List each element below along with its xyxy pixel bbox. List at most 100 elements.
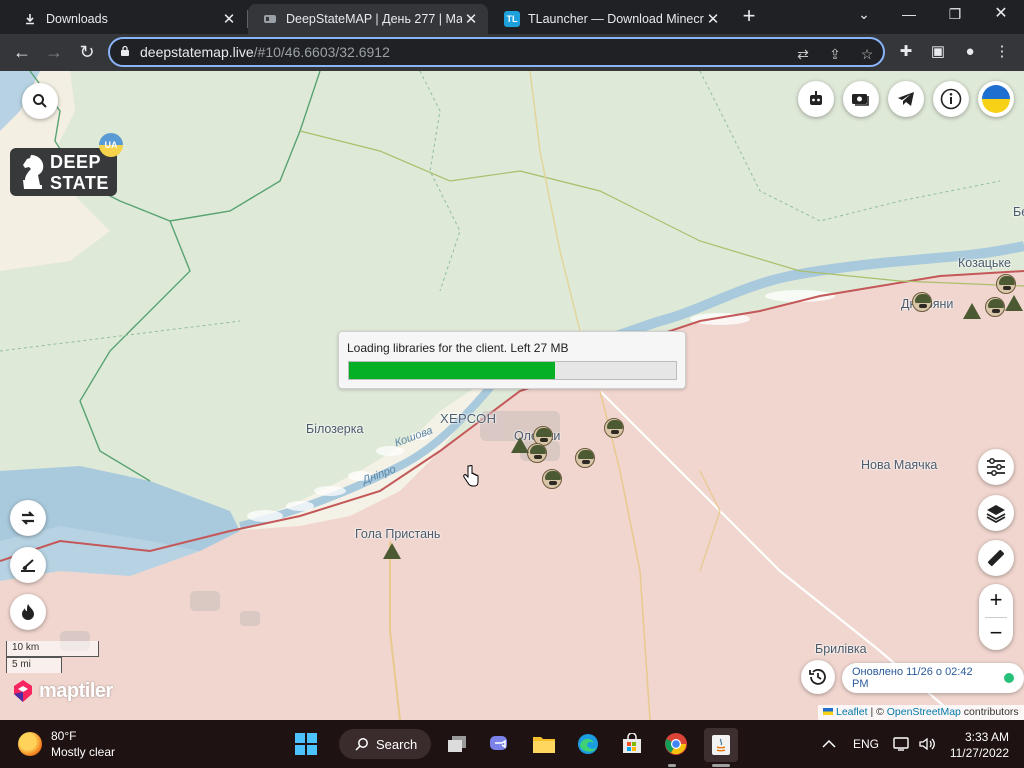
- restore-button[interactable]: ❐: [932, 0, 978, 30]
- weather-widget[interactable]: 80°F Mostly clear: [18, 728, 115, 760]
- leaflet-link[interactable]: Leaflet: [836, 706, 868, 718]
- task-view-button[interactable]: [441, 728, 473, 760]
- close-window-button[interactable]: ✕: [978, 0, 1024, 30]
- layers-icon: [986, 505, 1006, 523]
- side-panel-icon[interactable]: ▣: [928, 42, 948, 62]
- loading-dialog: Loading libraries for the client. Left 2…: [338, 331, 686, 389]
- zoom-in-button[interactable]: +: [979, 584, 1013, 617]
- fire-icon: [22, 604, 34, 620]
- map-scale: 10 km 5 mi: [6, 641, 99, 673]
- teams-chat-button[interactable]: [484, 728, 516, 760]
- artillery-icon: [21, 559, 35, 572]
- sliders-icon: [987, 458, 1005, 476]
- tab-deepstatemap[interactable]: DeepStateMAP | День 277 | Мап ✕: [248, 4, 488, 34]
- tab-title: TLauncher — Download Minecra: [528, 12, 704, 26]
- ukraine-flag-icon: [982, 85, 1010, 113]
- profile-icon[interactable]: ●: [960, 42, 980, 62]
- teams-chat-icon: [490, 736, 507, 750]
- updated-badge[interactable]: Оновлено 11/26 о 02:42 PM: [842, 663, 1024, 693]
- menu-icon[interactable]: ⋮: [992, 42, 1012, 62]
- forward-button[interactable]: →: [41, 40, 67, 66]
- ruler-button[interactable]: [978, 540, 1014, 576]
- deepstate-logo[interactable]: DEEP STATE: [10, 148, 117, 196]
- tab-title: DeepStateMAP | День 277 | Мап: [286, 12, 462, 26]
- tab-search-icon[interactable]: ⌄: [841, 0, 887, 30]
- java-app-button[interactable]: [704, 728, 738, 762]
- updated-text: Оновлено 11/26 о 02:42 PM: [852, 666, 973, 690]
- maptiler-logo-icon: [14, 680, 32, 702]
- camp-marker[interactable]: [1005, 295, 1023, 311]
- close-tab-icon[interactable]: ✕: [462, 10, 480, 28]
- language-indicator[interactable]: ENG: [853, 720, 879, 768]
- maptiler-text: maptiler: [39, 679, 113, 702]
- extensions-icon[interactable]: ✚: [896, 42, 916, 62]
- tab-title: Downloads: [46, 12, 108, 26]
- minimize-button[interactable]: —: [886, 0, 932, 30]
- unit-marker[interactable]: [542, 469, 562, 489]
- zoom-out-button[interactable]: −: [979, 617, 1013, 650]
- tab-tlauncher[interactable]: TL TLauncher — Download Minecra ✕: [490, 4, 730, 34]
- history-button[interactable]: [801, 660, 835, 694]
- reload-button[interactable]: ↻: [74, 40, 100, 66]
- file-explorer-button[interactable]: [528, 728, 560, 760]
- share-icon[interactable]: ⇪: [825, 44, 845, 64]
- url-text: deepstatemap.live/#10/46.6603/32.6912: [140, 44, 390, 60]
- place-bilozerka: Білозерка: [306, 422, 364, 436]
- new-tab-button[interactable]: +: [737, 4, 761, 30]
- address-bar[interactable]: deepstatemap.live/#10/46.6603/32.6912 ⇄ …: [108, 37, 885, 67]
- bot-button[interactable]: [798, 81, 834, 117]
- show-hidden-icons[interactable]: [822, 720, 836, 768]
- windows-logo-icon: [295, 733, 317, 755]
- active-app-indicator: [712, 764, 730, 767]
- search-icon: [33, 94, 47, 108]
- close-tab-icon[interactable]: ✕: [704, 10, 722, 28]
- donate-button[interactable]: [843, 81, 879, 117]
- openstreetmap-link[interactable]: OpenStreetMap: [887, 706, 961, 718]
- weather-condition: Mostly clear: [51, 745, 116, 759]
- attribution-tail: contributors: [960, 706, 1019, 718]
- map-area[interactable]: Білозерка ХЕРСОН Кошова Дніпро Олешки Го…: [0, 71, 1024, 720]
- close-tab-icon[interactable]: ✕: [220, 10, 238, 28]
- unit-marker[interactable]: [604, 418, 624, 438]
- deepstate-favicon: [262, 11, 278, 27]
- unit-marker[interactable]: [996, 274, 1016, 294]
- maptiler-logo[interactable]: maptiler: [10, 678, 113, 704]
- camp-marker[interactable]: [383, 543, 401, 559]
- start-button[interactable]: [290, 728, 322, 760]
- unit-marker[interactable]: [912, 292, 932, 312]
- chess-knight-icon: [23, 155, 44, 189]
- back-button[interactable]: ←: [9, 40, 35, 66]
- network-icon[interactable]: [893, 720, 911, 768]
- directions-button[interactable]: [10, 500, 46, 536]
- fire-button[interactable]: [10, 594, 46, 630]
- chrome-button[interactable]: [660, 728, 692, 760]
- map-search-button[interactable]: [22, 83, 58, 119]
- attribution-separator: | ©: [867, 706, 887, 718]
- volume-icon[interactable]: [918, 720, 936, 768]
- bookmark-star-icon[interactable]: ☆: [857, 44, 877, 64]
- place-be: Бе: [1013, 205, 1024, 219]
- place-nova-mayachka: Нова Маячка: [861, 458, 938, 472]
- taskbar-clock[interactable]: 3:33 AM 11/27/2022: [947, 729, 1009, 761]
- telegram-button[interactable]: [888, 81, 924, 117]
- unit-marker[interactable]: [575, 448, 595, 468]
- layers-button[interactable]: [978, 495, 1014, 531]
- place-kozatske: Козацьке: [958, 256, 1012, 270]
- language-button[interactable]: [978, 81, 1014, 117]
- edge-icon: [578, 734, 598, 754]
- tab-downloads[interactable]: Downloads ✕: [8, 4, 246, 34]
- info-button[interactable]: [933, 81, 969, 117]
- progress-bar: [348, 361, 677, 380]
- unit-marker[interactable]: [527, 443, 547, 463]
- artillery-button[interactable]: [10, 547, 46, 583]
- camp-marker[interactable]: [511, 437, 529, 453]
- filter-settings-button[interactable]: [978, 449, 1014, 485]
- taskbar-search[interactable]: Search: [339, 729, 431, 759]
- lock-icon[interactable]: [110, 45, 140, 60]
- store-button[interactable]: [616, 728, 648, 760]
- edge-button[interactable]: [572, 728, 604, 760]
- camp-marker[interactable]: [963, 303, 981, 319]
- translate-icon[interactable]: ⇄: [793, 44, 813, 64]
- place-kherson: ХЕРСОН: [440, 411, 497, 426]
- unit-marker[interactable]: [985, 297, 1005, 317]
